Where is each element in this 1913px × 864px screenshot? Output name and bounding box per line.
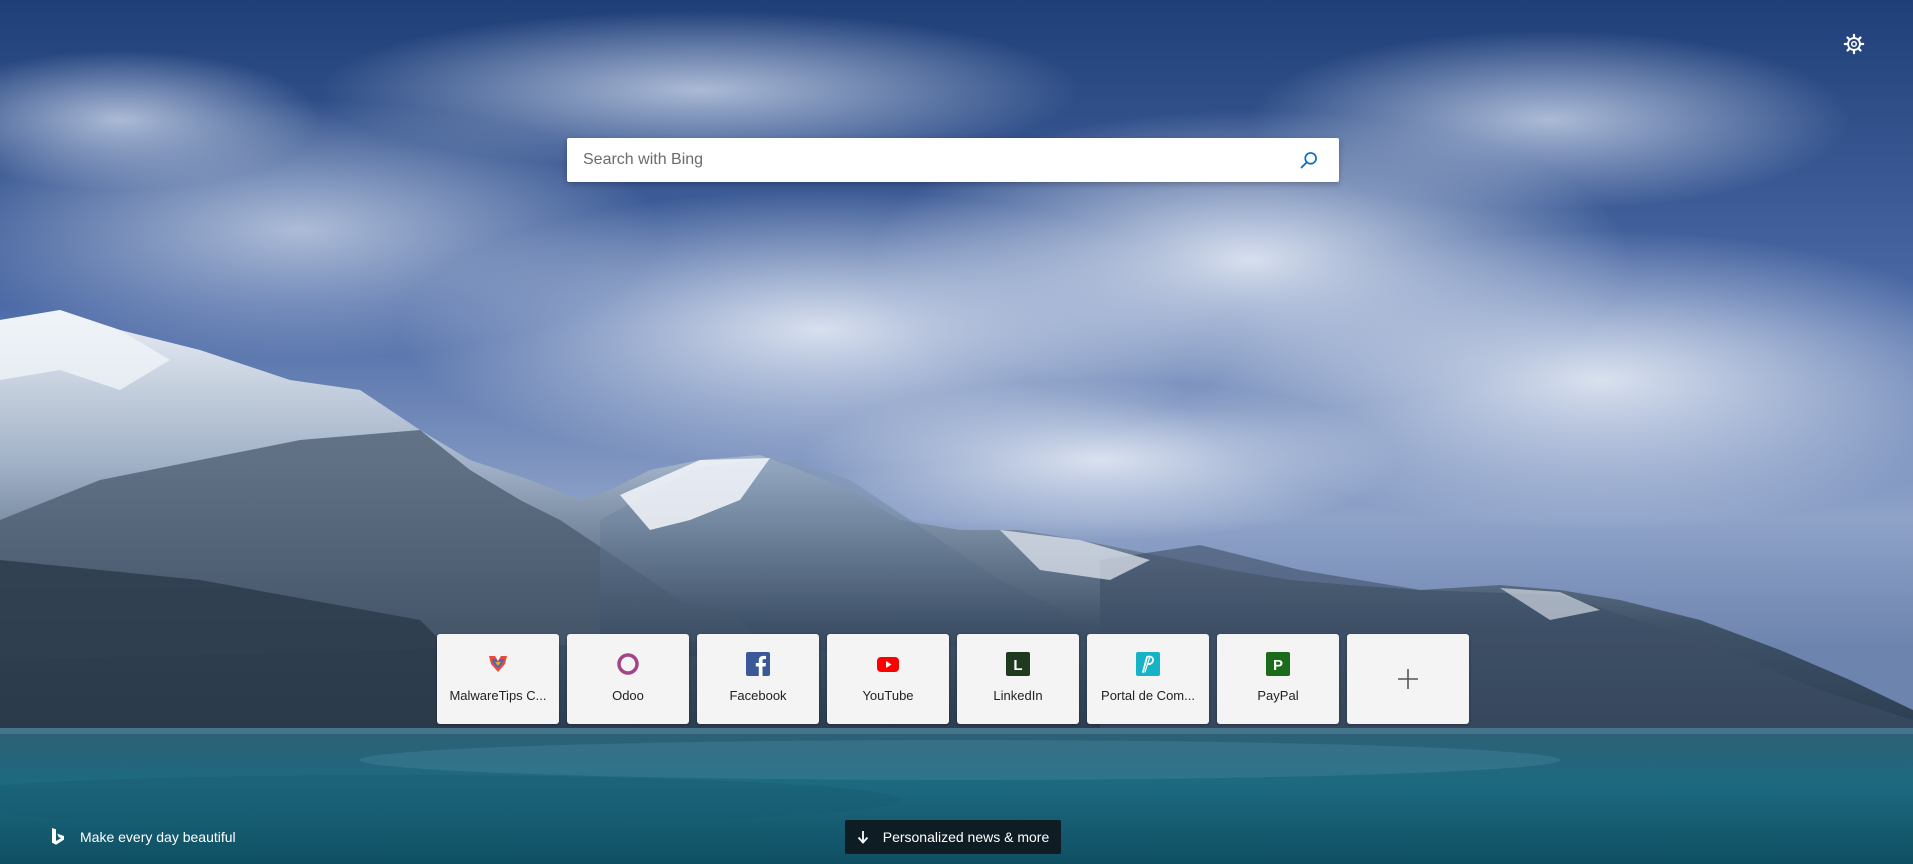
malwaretips-icon (486, 652, 510, 676)
quick-link-label: PayPal (1257, 688, 1299, 703)
search-icon (1300, 152, 1317, 169)
bing-logo-icon (52, 828, 64, 845)
search-box (567, 138, 1339, 182)
quick-link-odoo[interactable]: Odoo (567, 634, 689, 724)
tagline-text: Make every day beautiful (80, 829, 236, 845)
search-button[interactable] (1287, 138, 1331, 182)
search-input[interactable] (567, 139, 1287, 181)
svg-text:P: P (1273, 657, 1283, 674)
quick-link-malwaretips[interactable]: MalwareTips C... (437, 634, 559, 724)
quick-link-label: Odoo (612, 688, 644, 703)
quick-link-youtube[interactable]: YouTube (827, 634, 949, 724)
arrow-down-icon (857, 831, 868, 844)
quick-link-portal[interactable]: Portal de Com... (1087, 634, 1209, 724)
personalized-news-button[interactable]: Personalized news & more (845, 820, 1061, 854)
plus-icon (1398, 669, 1418, 689)
svg-text:L: L (1013, 657, 1022, 674)
quick-link-linkedin[interactable]: L LinkedIn (957, 634, 1079, 724)
facebook-icon (746, 652, 770, 676)
quick-link-label: LinkedIn (993, 688, 1043, 703)
quick-link-label: YouTube (862, 688, 914, 703)
portal-icon (1136, 652, 1160, 676)
paypal-icon: P (1266, 652, 1290, 676)
quick-links: MalwareTips C... Odoo Facebook YouTube L… (437, 634, 1469, 724)
quick-link-paypal[interactable]: P PayPal (1217, 634, 1339, 724)
quick-link-facebook[interactable]: Facebook (697, 634, 819, 724)
odoo-icon (616, 652, 640, 676)
image-info-link[interactable]: Make every day beautiful (50, 828, 236, 846)
quick-link-label: Portal de Com... (1101, 688, 1195, 703)
settings-button[interactable] (1838, 28, 1870, 60)
gear-icon (1843, 33, 1865, 55)
new-tab-page: MalwareTips C... Odoo Facebook (0, 0, 1913, 864)
quick-link-label: Facebook (729, 688, 787, 703)
news-button-label: Personalized news & more (882, 829, 1050, 845)
add-site-button[interactable] (1347, 634, 1469, 724)
quick-link-label: MalwareTips C... (449, 688, 547, 703)
linkedin-icon: L (1006, 652, 1030, 676)
youtube-icon (876, 652, 900, 676)
background-image (0, 0, 1913, 864)
